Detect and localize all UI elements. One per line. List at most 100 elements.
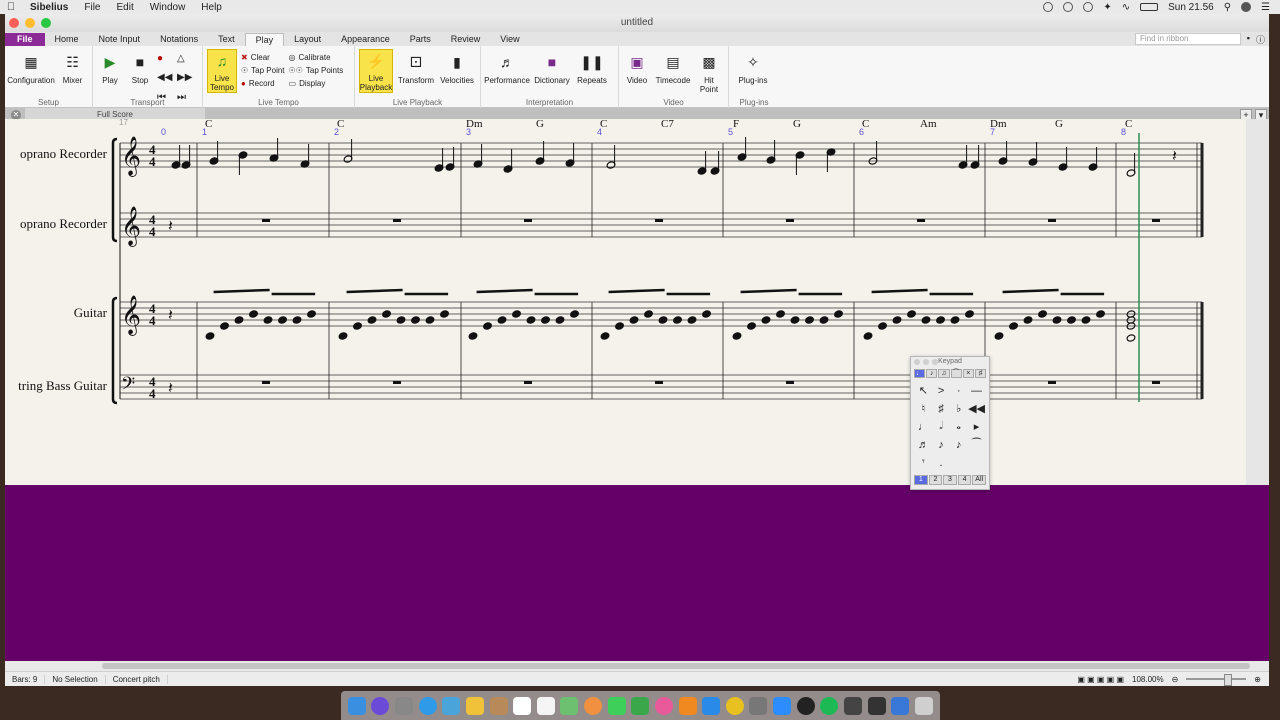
menu-clock[interactable]: Sun 21.56 — [1168, 2, 1214, 13]
keypad-flat-icon[interactable]: ♭ — [950, 400, 967, 417]
zoom-window-button[interactable] — [41, 18, 51, 28]
clear-button[interactable]: ✖ Clear — [241, 53, 285, 62]
guitar-notehead[interactable] — [249, 310, 259, 318]
wifi-icon[interactable]: ∿ — [1122, 2, 1130, 13]
whole-rest[interactable] — [1048, 381, 1056, 384]
guitar-notehead[interactable] — [936, 316, 946, 324]
whole-rest[interactable] — [262, 219, 270, 222]
guitar-notehead[interactable] — [790, 316, 800, 324]
bluetooth-icon[interactable]: ✦ — [1103, 2, 1111, 13]
instrument-name[interactable]: oprano Recorder — [20, 216, 108, 231]
keypad-tenuto-icon[interactable]: — — [968, 382, 985, 399]
guitar-notehead[interactable] — [892, 316, 902, 324]
dock-spotify-icon[interactable] — [820, 696, 839, 715]
menu-window[interactable]: Window — [142, 2, 194, 13]
horizontal-scrollbar[interactable] — [5, 661, 1269, 671]
notification-center-icon[interactable]: ☰ — [1261, 2, 1270, 13]
dock-zoom-icon[interactable] — [773, 696, 792, 715]
chord-symbol[interactable]: C — [600, 119, 607, 130]
zoom-in-icon[interactable]: ⊕ — [1254, 675, 1261, 684]
keypad-layout-2[interactable]: 2 — [928, 475, 943, 485]
guitar-notehead[interactable] — [1038, 310, 1048, 318]
dock-reminders-icon[interactable] — [536, 696, 555, 715]
keypad-staccato-icon[interactable]: · — [950, 382, 967, 399]
guitar-notehead[interactable] — [747, 322, 757, 330]
dock-facetime-icon[interactable] — [631, 696, 650, 715]
tap-point-button[interactable]: ☉ Tap Point — [241, 66, 285, 75]
guitar-notehead[interactable] — [1081, 316, 1091, 324]
chord-symbol[interactable]: Dm — [466, 119, 483, 130]
keypad-articulations-icon[interactable]: ⁀ — [950, 369, 962, 378]
dock-trash-icon[interactable] — [914, 696, 933, 715]
keypad-pointer-icon[interactable]: ↖ — [915, 382, 932, 399]
fast-forward-icon[interactable]: ▶▶ — [177, 72, 195, 88]
whole-rest[interactable] — [524, 219, 532, 222]
tab-appearance[interactable]: Appearance — [331, 33, 400, 46]
guitar-notehead[interactable] — [1052, 316, 1062, 324]
keypad-quarter-note-icon[interactable]: ♩ — [915, 418, 932, 435]
menu-edit[interactable]: Edit — [108, 2, 141, 13]
record-icon[interactable]: ● — [157, 53, 175, 69]
chord-symbol[interactable]: C — [862, 119, 869, 130]
quarter-rest[interactable]: 𝄽 — [168, 218, 173, 235]
keypad-layout-4[interactable]: 4 — [957, 475, 972, 485]
record-tempo-button[interactable]: ● Record — [241, 79, 285, 88]
live-tempo-button[interactable]: ♫ Live Tempo — [207, 49, 237, 93]
ribbon-options-icon[interactable]: ▪ — [1247, 33, 1250, 46]
minimize-window-button[interactable] — [25, 18, 35, 28]
guitar-notehead[interactable] — [629, 316, 639, 324]
guitar-notehead[interactable] — [615, 322, 625, 330]
dock-chrome-icon[interactable] — [725, 696, 744, 715]
guitar-notehead[interactable] — [776, 310, 786, 318]
tab-review[interactable]: Review — [441, 33, 491, 46]
keypad-dot-icon[interactable]: . — [933, 454, 950, 471]
guitar-notehead[interactable] — [555, 316, 565, 324]
dock-messages-icon[interactable] — [607, 696, 626, 715]
whole-rest[interactable] — [524, 381, 532, 384]
keypad-tie-icon[interactable]: ⁀ — [968, 436, 985, 453]
dock-photos-icon[interactable] — [584, 696, 603, 715]
guitar-notehead[interactable] — [673, 316, 683, 324]
tab-parts[interactable]: Parts — [400, 33, 441, 46]
guitar-chord-notehead[interactable] — [1126, 334, 1136, 342]
guitar-notehead[interactable] — [468, 332, 478, 340]
sync-status-icon[interactable] — [1063, 2, 1074, 12]
guitar-notehead[interactable] — [687, 316, 697, 324]
guitar-notehead[interactable] — [483, 322, 493, 330]
keypad-beams-icon[interactable]: ♫ — [938, 369, 950, 378]
chord-symbol[interactable]: C — [337, 119, 344, 130]
keypad-layout-1[interactable]: 1 — [914, 475, 928, 485]
tab-file[interactable]: File — [5, 33, 45, 46]
guitar-notehead[interactable] — [570, 310, 580, 318]
dock-ibooks-icon[interactable] — [678, 696, 697, 715]
horizontal-scroll-thumb[interactable] — [102, 663, 1250, 669]
guitar-notehead[interactable] — [278, 316, 288, 324]
guitar-notehead[interactable] — [878, 322, 888, 330]
guitar-notehead[interactable] — [658, 316, 668, 324]
chord-symbol[interactable]: C — [1125, 119, 1132, 130]
instrument-name[interactable]: tring Bass Guitar — [18, 378, 107, 393]
whole-rest[interactable] — [917, 219, 925, 222]
whole-rest[interactable] — [393, 381, 401, 384]
guitar-notehead[interactable] — [234, 316, 244, 324]
keypad-eighth-note-icon[interactable]: ♪ — [933, 436, 950, 453]
tab-layout[interactable]: Layout — [284, 33, 331, 46]
guitar-notehead[interactable] — [541, 316, 551, 324]
tab-note-input[interactable]: Note Input — [89, 33, 151, 46]
dock-preview-icon[interactable] — [442, 696, 461, 715]
guitar-notehead[interactable] — [440, 310, 450, 318]
guitar-notehead[interactable] — [950, 316, 960, 324]
chord-symbol[interactable]: G — [536, 119, 544, 130]
guitar-notehead[interactable] — [644, 310, 654, 318]
keypad-previous-icon[interactable]: ◀◀ — [968, 400, 985, 417]
bass-rest[interactable]: 𝄽 — [168, 380, 173, 397]
guitar-notehead[interactable] — [994, 332, 1004, 340]
keypad-natural-icon[interactable]: ♮ — [915, 400, 932, 417]
view-mode-icon[interactable]: ▣ ▣ ▣ ▣ ▣ — [1077, 675, 1124, 684]
spotlight-icon[interactable]: ⚲ — [1224, 2, 1231, 13]
whole-rest[interactable] — [655, 219, 663, 222]
guitar-notehead[interactable] — [600, 332, 610, 340]
keypad-zoom-button[interactable] — [932, 359, 938, 365]
zoom-slider[interactable] — [1186, 674, 1247, 686]
display-button[interactable]: ▭ Display — [289, 79, 344, 88]
